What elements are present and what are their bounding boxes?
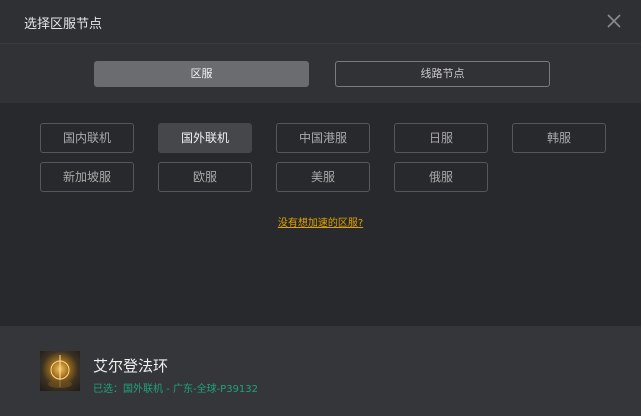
region-us-button[interactable]: 美服	[276, 162, 370, 192]
region-overseas-button[interactable]: 国外联机	[158, 123, 252, 153]
tab-region-server[interactable]: 区服	[94, 61, 309, 87]
region-grid: 国内联机 国外联机 中国港服 日服 韩服 新加坡服 欧服 美服 俄服	[40, 123, 606, 192]
missing-region-link[interactable]: 没有想加速的区服?	[278, 218, 363, 229]
region-russia-button[interactable]: 俄服	[394, 162, 488, 192]
region-domestic-button[interactable]: 国内联机	[40, 123, 134, 153]
game-cover-icon	[40, 351, 80, 391]
tab-bar: 区服 线路节点	[0, 44, 641, 103]
tab-route-node[interactable]: 线路节点	[335, 61, 550, 87]
selected-node-info: 已选：国外联机 - 广东-全球-P39132	[93, 384, 259, 395]
region-europe-button[interactable]: 欧服	[158, 162, 252, 192]
game-name: 艾尔登法环	[93, 357, 169, 375]
region-korea-button[interactable]: 韩服	[512, 123, 606, 153]
region-singapore-button[interactable]: 新加坡服	[40, 162, 134, 192]
help-link-row: 没有想加速的区服?	[0, 211, 641, 230]
region-japan-button[interactable]: 日服	[394, 123, 488, 153]
dialog-title: 选择区服节点	[24, 17, 103, 32]
dialog-header: 选择区服节点	[0, 0, 641, 44]
close-icon[interactable]	[605, 12, 623, 30]
region-hongkong-button[interactable]: 中国港服	[276, 123, 370, 153]
